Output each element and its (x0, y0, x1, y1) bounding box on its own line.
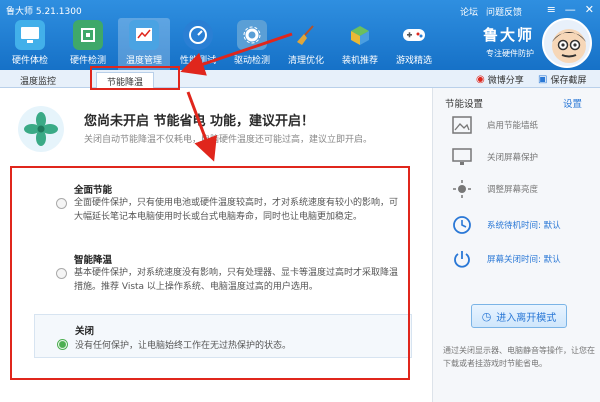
weibo-icon: ◉ (476, 74, 485, 85)
weibo-share-button[interactable]: ◉ 微博分享 (476, 73, 524, 86)
tool-hardware-detect[interactable]: 硬件检测 (62, 18, 114, 70)
tool-performance[interactable]: 性能测试 (172, 18, 224, 70)
gear-icon (237, 20, 267, 50)
window-controls: ≡ — ✕ (547, 3, 594, 16)
avatar[interactable] (542, 18, 592, 68)
setting-standby-time[interactable]: 系统待机时间: 默认 (451, 210, 561, 240)
energy-headline: 您尚未开启 节能省电 功能，建议开启！ (84, 114, 315, 129)
minimize-icon[interactable]: — (565, 3, 576, 16)
chip-icon (73, 20, 103, 50)
top-links: 论坛 问题反馈 (460, 5, 522, 18)
energy-settings-panel: 节能设置 设置 启用节能墙纸 关闭屏幕保护 调整屏幕亮度 系统待机时间: 默认 … (432, 88, 600, 402)
gamepad-icon (399, 20, 429, 50)
brightness-icon (451, 178, 473, 200)
mascot-icon (552, 29, 586, 63)
screen-icon (451, 146, 473, 168)
cube-icon (345, 20, 375, 50)
wallpaper-icon (451, 114, 473, 136)
tool-driver[interactable]: 驱动检测 (226, 18, 278, 70)
brand-slogan: 专注硬件防护 (486, 49, 534, 58)
clock-icon (451, 214, 473, 236)
menu-icon[interactable]: ≡ (547, 3, 556, 16)
energy-subline: 关闭自动节能降温不仅耗电，电脑硬件温度还可能过高，建议立即开启。 (84, 135, 373, 145)
tab-temp-monitor[interactable]: 温度监控 (10, 72, 66, 88)
annotation-modes-highlight (10, 166, 410, 380)
away-mode-note: 通过关闭显示器、电脑静音等操作，让您在下载或者挂游戏时节能省电。 (443, 346, 595, 368)
tool-pc-recommend[interactable]: 装机推荐 (334, 18, 386, 70)
setting-screensaver[interactable]: 关闭屏幕保护 (451, 142, 538, 172)
setting-brightness[interactable]: 调整屏幕亮度 (451, 174, 538, 204)
side-title: 节能设置 (445, 99, 484, 110)
camera-icon: ▣ (538, 74, 548, 85)
setting-screen-off-time[interactable]: 屏幕关闭时间: 默认 (451, 244, 561, 274)
clock-small-icon: ◷ (481, 309, 492, 323)
brand: 鲁大师 专注硬件防护 (483, 24, 534, 59)
brand-name: 鲁大师 (482, 26, 534, 44)
tool-games[interactable]: 游戏精选 (388, 18, 440, 70)
close-icon[interactable]: ✕ (585, 3, 594, 16)
enter-away-mode-button[interactable]: ◷ 进入离开模式 (471, 304, 567, 328)
broom-icon (291, 20, 321, 50)
setting-wallpaper[interactable]: 启用节能墙纸 (451, 110, 538, 140)
annotation-tab-highlight (90, 66, 180, 90)
thermometer-icon (129, 20, 159, 50)
window-title: 鲁大师 5.21.1300 (6, 7, 82, 17)
fan-icon (18, 106, 64, 152)
forum-link[interactable]: 论坛 (460, 5, 478, 18)
settings-link[interactable]: 设置 (563, 96, 582, 110)
feedback-link[interactable]: 问题反馈 (486, 5, 522, 18)
power-icon (451, 248, 473, 270)
monitor-icon (15, 20, 45, 50)
tool-temperature[interactable]: 温度管理 (118, 18, 170, 70)
tool-cleanup[interactable]: 清理优化 (280, 18, 332, 70)
tool-hardware-checkup[interactable]: 硬件体检 (4, 18, 56, 70)
speedometer-icon (183, 20, 213, 50)
save-screenshot-button[interactable]: ▣ 保存截屏 (538, 73, 586, 86)
top-toolbar: 鲁大师 5.21.1300 论坛 问题反馈 ≡ — ✕ 硬件体检 硬件检测 温度… (0, 0, 600, 70)
